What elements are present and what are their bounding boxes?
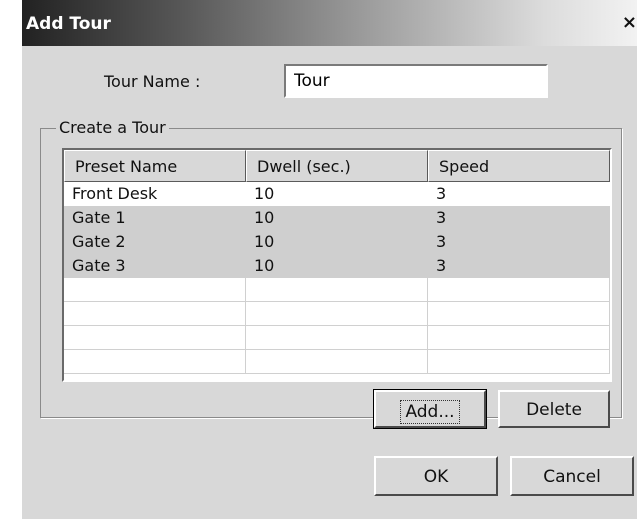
empty-cell: [428, 302, 610, 326]
title-bar[interactable]: Add Tour ×: [22, 0, 637, 46]
cell-dwell: 10: [246, 230, 428, 254]
list-rows: Front Desk 10 3 Gate 1 10 3 Gate 2 10 3 …: [64, 182, 610, 374]
add-tour-dialog: Add Tour × Tour Name : Create a Tour Pre…: [22, 0, 637, 519]
add-button-label: Add...: [400, 399, 460, 424]
cell-dwell: 10: [246, 254, 428, 278]
close-icon[interactable]: ×: [622, 12, 637, 33]
tour-name-label: Tour Name :: [104, 72, 201, 91]
tour-name-input[interactable]: [284, 64, 548, 98]
cell-dwell: 10: [246, 182, 428, 206]
empty-row: [64, 278, 610, 302]
column-header-preset-name[interactable]: Preset Name: [64, 150, 246, 182]
table-row[interactable]: Gate 3 10 3: [64, 254, 610, 278]
empty-cell: [64, 350, 246, 374]
empty-cell: [64, 278, 246, 302]
cell-speed: 3: [428, 230, 610, 254]
create-tour-legend: Create a Tour: [56, 118, 169, 137]
column-header-speed[interactable]: Speed: [428, 150, 610, 182]
empty-cell: [64, 326, 246, 350]
add-button[interactable]: Add...: [373, 389, 487, 429]
table-row[interactable]: Gate 2 10 3: [64, 230, 610, 254]
table-row[interactable]: Front Desk 10 3: [64, 182, 610, 206]
ok-button[interactable]: OK: [374, 456, 498, 496]
cell-preset-name: Gate 1: [64, 206, 246, 230]
cell-preset-name: Gate 3: [64, 254, 246, 278]
column-header-dwell[interactable]: Dwell (sec.): [246, 150, 428, 182]
empty-cell: [246, 350, 428, 374]
empty-cell: [246, 302, 428, 326]
empty-cell: [428, 326, 610, 350]
delete-button[interactable]: Delete: [498, 390, 610, 428]
window-title: Add Tour: [26, 14, 111, 34]
cancel-button[interactable]: Cancel: [510, 456, 634, 496]
cell-speed: 3: [428, 182, 610, 206]
cell-speed: 3: [428, 206, 610, 230]
empty-cell: [246, 326, 428, 350]
list-header: Preset Name Dwell (sec.) Speed: [64, 150, 610, 182]
cell-dwell: 10: [246, 206, 428, 230]
preset-list[interactable]: Preset Name Dwell (sec.) Speed Front Des…: [62, 148, 612, 382]
empty-cell: [428, 350, 610, 374]
table-row[interactable]: Gate 1 10 3: [64, 206, 610, 230]
cell-preset-name: Front Desk: [64, 182, 246, 206]
cell-preset-name: Gate 2: [64, 230, 246, 254]
empty-row: [64, 302, 610, 326]
empty-row: [64, 326, 610, 350]
cell-speed: 3: [428, 254, 610, 278]
empty-cell: [428, 278, 610, 302]
empty-row: [64, 350, 610, 374]
empty-cell: [246, 278, 428, 302]
empty-cell: [64, 302, 246, 326]
